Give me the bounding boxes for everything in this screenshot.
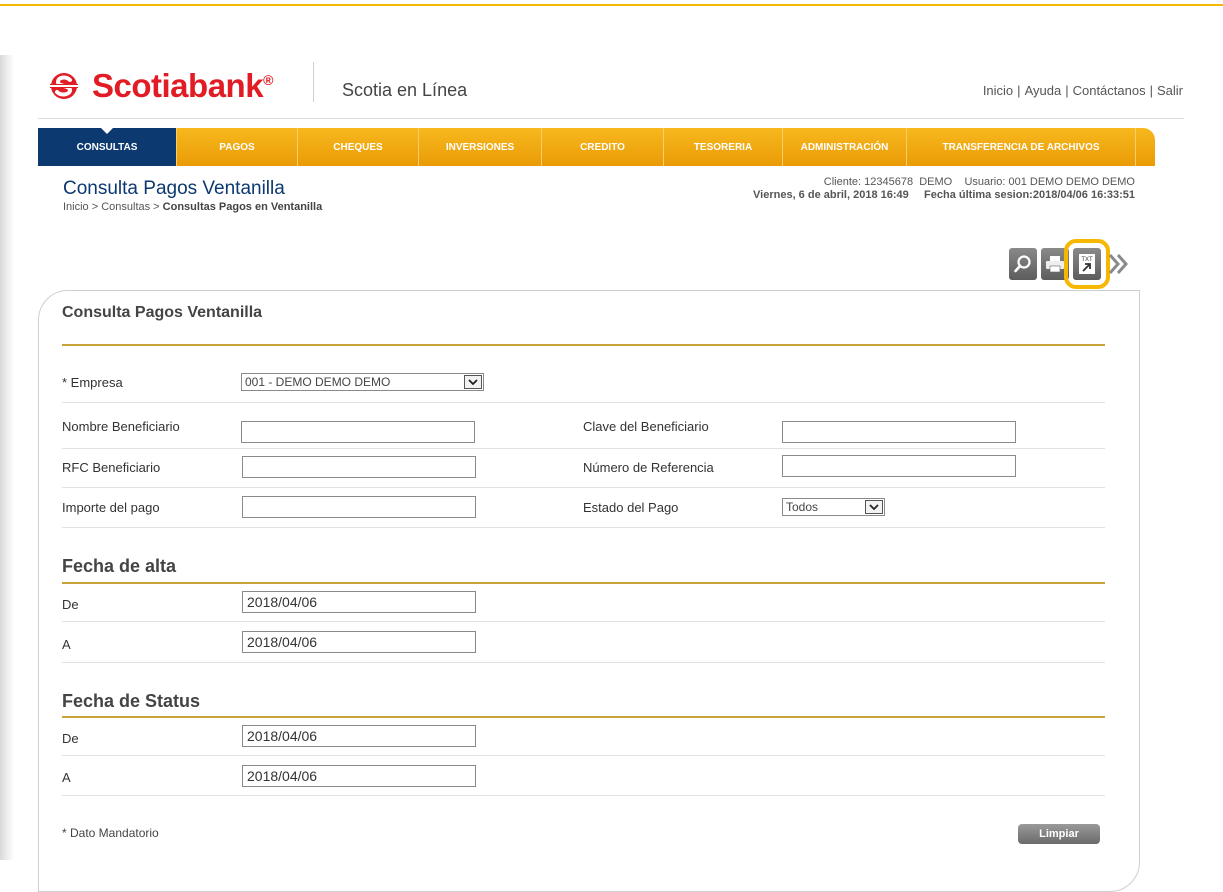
row-divider xyxy=(62,527,1105,528)
nombre-beneficiario-label: Nombre Beneficiario xyxy=(62,419,180,434)
form-panel xyxy=(38,290,1140,892)
txt-export-icon: TXT xyxy=(1079,254,1095,274)
print-icon xyxy=(1046,256,1064,273)
link-separator: | xyxy=(1065,83,1069,98)
cliente-value: 12345678 xyxy=(864,176,914,188)
clear-button[interactable]: Limpiar xyxy=(1018,824,1100,844)
scotiabank-logo[interactable]: Scotiabank® xyxy=(46,66,273,106)
fecha-alta-a-input[interactable]: 2018/04/06 xyxy=(242,631,476,653)
fecha-alta-de-label: De xyxy=(62,597,79,612)
chevron-down-icon xyxy=(865,500,883,514)
nav-cheques[interactable]: CHEQUES xyxy=(298,128,419,166)
clave-beneficiario-input[interactable] xyxy=(782,421,1016,443)
fecha-status-a-label: A xyxy=(62,770,71,785)
row-divider xyxy=(62,621,1105,622)
usuario-label: Usuario: xyxy=(964,176,1006,188)
last-session-value: 2018/04/06 16:33:51 xyxy=(1032,189,1135,201)
toolbar: TXT xyxy=(1009,239,1131,289)
row-divider xyxy=(62,487,1105,488)
next-icon xyxy=(1108,254,1129,274)
nombre-beneficiario-input[interactable] xyxy=(241,421,475,443)
mandatory-note: * Dato Mandatorio xyxy=(62,826,159,840)
link-inicio[interactable]: Inicio xyxy=(983,83,1013,98)
link-salir[interactable]: Salir xyxy=(1157,83,1183,98)
rfc-beneficiario-label: RFC Beneficiario xyxy=(62,460,161,475)
fecha-status-de-label: De xyxy=(62,731,79,746)
estado-pago-select[interactable]: Todos xyxy=(782,498,885,516)
link-contactanos[interactable]: Contáctanos xyxy=(1073,83,1146,98)
next-button[interactable] xyxy=(1105,248,1131,280)
breadcrumb-current: Consultas Pagos en Ventanilla xyxy=(162,201,323,213)
fecha-status-a-input[interactable]: 2018/04/06 xyxy=(242,765,476,787)
chevron-down-icon xyxy=(464,375,482,389)
search-icon xyxy=(1014,255,1031,273)
cliente-label: Cliente: xyxy=(823,176,862,188)
main-nav: CONSULTAS PAGOS CHEQUES INVERSIONES CRED… xyxy=(38,128,1155,166)
usuario-value: 001 DEMO DEMO DEMO xyxy=(1008,176,1135,188)
row-divider xyxy=(62,755,1105,756)
row-divider xyxy=(62,448,1105,449)
fecha-status-underline xyxy=(62,716,1105,718)
session-info: Cliente: 12345678 DEMO Usuario: 001 DEMO… xyxy=(753,176,1135,202)
empresa-select[interactable]: 001 - DEMO DEMO DEMO xyxy=(241,373,484,391)
nav-tesoreria[interactable]: TESORERIA xyxy=(664,128,783,166)
search-button[interactable] xyxy=(1009,248,1037,280)
header-divider xyxy=(313,62,314,102)
empresa-selected: 001 - DEMO DEMO DEMO xyxy=(245,375,391,389)
numero-referencia-label: Número de Referencia xyxy=(583,460,714,475)
txt-export-button[interactable]: TXT xyxy=(1064,239,1110,289)
last-session-label: Fecha última sesion: xyxy=(924,189,1033,201)
clave-beneficiario-label: Clave del Beneficiario xyxy=(583,419,709,434)
fecha-alta-a-label: A xyxy=(62,637,71,652)
estado-pago-label: Estado del Pago xyxy=(583,500,679,515)
importe-pago-label: Importe del pago xyxy=(62,500,160,515)
print-button[interactable] xyxy=(1041,248,1069,280)
nav-pagos[interactable]: PAGOS xyxy=(177,128,298,166)
brand-name: Scotiabank® xyxy=(92,67,273,104)
nav-credito[interactable]: CREDITO xyxy=(542,128,664,166)
left-shadow xyxy=(0,55,14,860)
nav-inversiones[interactable]: INVERSIONES xyxy=(419,128,542,166)
link-separator: | xyxy=(1149,83,1153,98)
rfc-beneficiario-input[interactable] xyxy=(242,456,476,478)
header-separator xyxy=(38,118,1184,119)
session-date: Viernes, 6 de abril, 2018 16:49 xyxy=(753,189,909,201)
fecha-alta-underline xyxy=(62,582,1105,584)
top-links: Inicio | Ayuda | Contáctanos | Salir xyxy=(983,83,1183,98)
estado-selected: Todos xyxy=(786,500,819,514)
cliente-name: DEMO xyxy=(919,176,953,188)
fecha-alta-de-input[interactable]: 2018/04/06 xyxy=(242,591,476,613)
link-ayuda[interactable]: Ayuda xyxy=(1025,83,1062,98)
form-title-underline xyxy=(62,344,1105,346)
nav-consultas[interactable]: CONSULTAS xyxy=(38,128,177,166)
fecha-status-de-input[interactable]: 2018/04/06 xyxy=(242,725,476,747)
breadcrumb: Inicio > Consultas > Consultas Pagos en … xyxy=(63,201,322,213)
row-divider xyxy=(62,795,1105,796)
top-accent-line xyxy=(0,4,1223,6)
row-divider xyxy=(62,662,1105,663)
page-title: Consulta Pagos Ventanilla xyxy=(63,178,285,199)
svg-text:TXT: TXT xyxy=(1081,257,1093,263)
breadcrumb-path[interactable]: Inicio > Consultas > xyxy=(63,201,163,213)
row-divider xyxy=(62,402,1105,403)
scotiabank-s-icon xyxy=(50,73,78,99)
numero-referencia-input[interactable] xyxy=(782,455,1016,477)
fecha-alta-title: Fecha de alta xyxy=(62,556,177,576)
fecha-status-title: Fecha de Status xyxy=(62,691,201,711)
app-name: Scotia en Línea xyxy=(342,80,468,100)
empresa-label: * Empresa xyxy=(62,375,123,390)
importe-pago-input[interactable] xyxy=(242,496,476,518)
nav-administracion[interactable]: ADMINISTRACIÓN xyxy=(783,128,907,166)
link-separator: | xyxy=(1017,83,1021,98)
form-title: Consulta Pagos Ventanilla xyxy=(62,304,263,321)
nav-transferencia-archivos[interactable]: TRANSFERENCIA DE ARCHIVOS xyxy=(907,128,1136,166)
